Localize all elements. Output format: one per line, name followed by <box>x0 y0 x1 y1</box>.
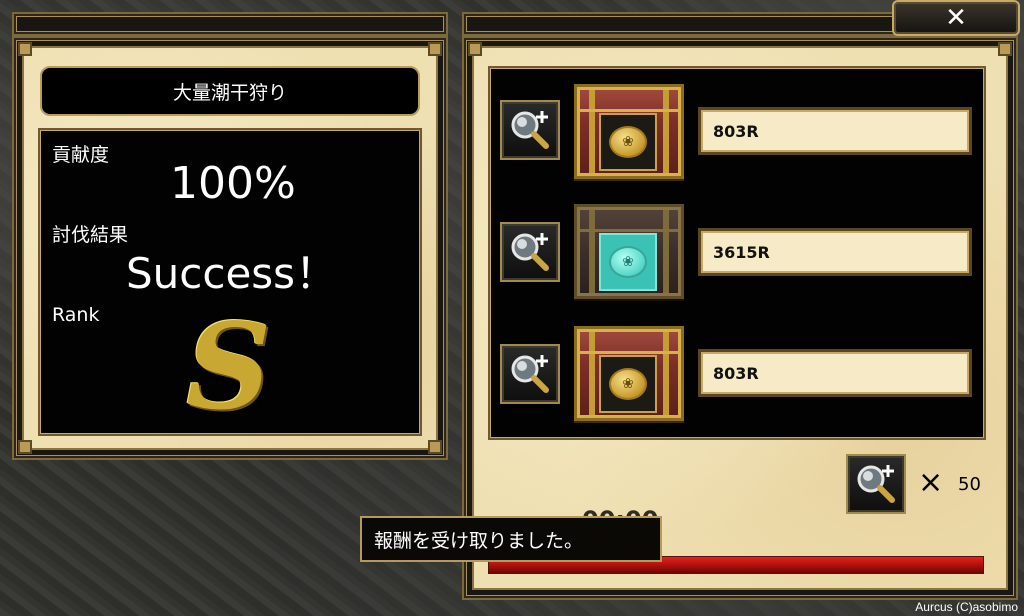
magnifier-plus-icon <box>511 111 549 149</box>
rank-label: Rank <box>52 304 100 326</box>
contribution-label: 貢献度 <box>52 144 110 166</box>
treasure-chest[interactable]: ❀ <box>574 204 684 299</box>
reward-amount: 803R <box>698 107 972 155</box>
inspect-button[interactable] <box>500 344 560 404</box>
magnifier-item-button[interactable] <box>846 454 906 514</box>
left-panel-header-strip <box>12 12 448 36</box>
multiply-icon: × <box>918 465 944 500</box>
teal-coin-icon: ❀ <box>609 246 647 278</box>
corner-ornament <box>428 440 442 454</box>
treasure-chest[interactable]: ❀ <box>574 326 684 421</box>
quest-title: 大量潮干狩り <box>40 66 420 116</box>
close-icon: ✕ <box>945 3 967 33</box>
rank-letter: S <box>186 297 272 436</box>
inspect-button[interactable] <box>500 222 560 282</box>
reward-amount: 3615R <box>698 228 972 276</box>
coin-slot: ❀ <box>599 355 657 413</box>
gold-coin-icon: ❀ <box>609 368 647 400</box>
inspect-button[interactable] <box>500 100 560 160</box>
magnifier-plus-icon <box>511 355 549 393</box>
corner-ornament <box>18 440 32 454</box>
magnifier-item-count: 50 <box>958 474 981 495</box>
reward-received-toast: 報酬を受け取りました。 <box>360 516 662 562</box>
coin-slot: ❀ <box>599 113 657 171</box>
coin-slot: ❀ <box>599 233 657 291</box>
treasure-chest[interactable]: ❀ <box>574 84 684 179</box>
magnifier-plus-icon <box>857 465 895 503</box>
corner-ornament <box>998 42 1012 56</box>
result-label: 討伐結果 <box>52 224 129 246</box>
result-value: Success！ <box>126 249 338 298</box>
copyright-text: Aurcus (C)asobimo <box>915 600 1018 614</box>
magnifier-plus-icon <box>511 233 549 271</box>
close-button[interactable]: ✕ <box>892 0 1020 36</box>
contribution-value: 100% <box>170 158 296 209</box>
reward-amount: 803R <box>698 349 972 397</box>
corner-ornament <box>468 42 482 56</box>
corner-ornament <box>428 42 442 56</box>
gold-coin-icon: ❀ <box>609 126 647 158</box>
corner-ornament <box>18 42 32 56</box>
